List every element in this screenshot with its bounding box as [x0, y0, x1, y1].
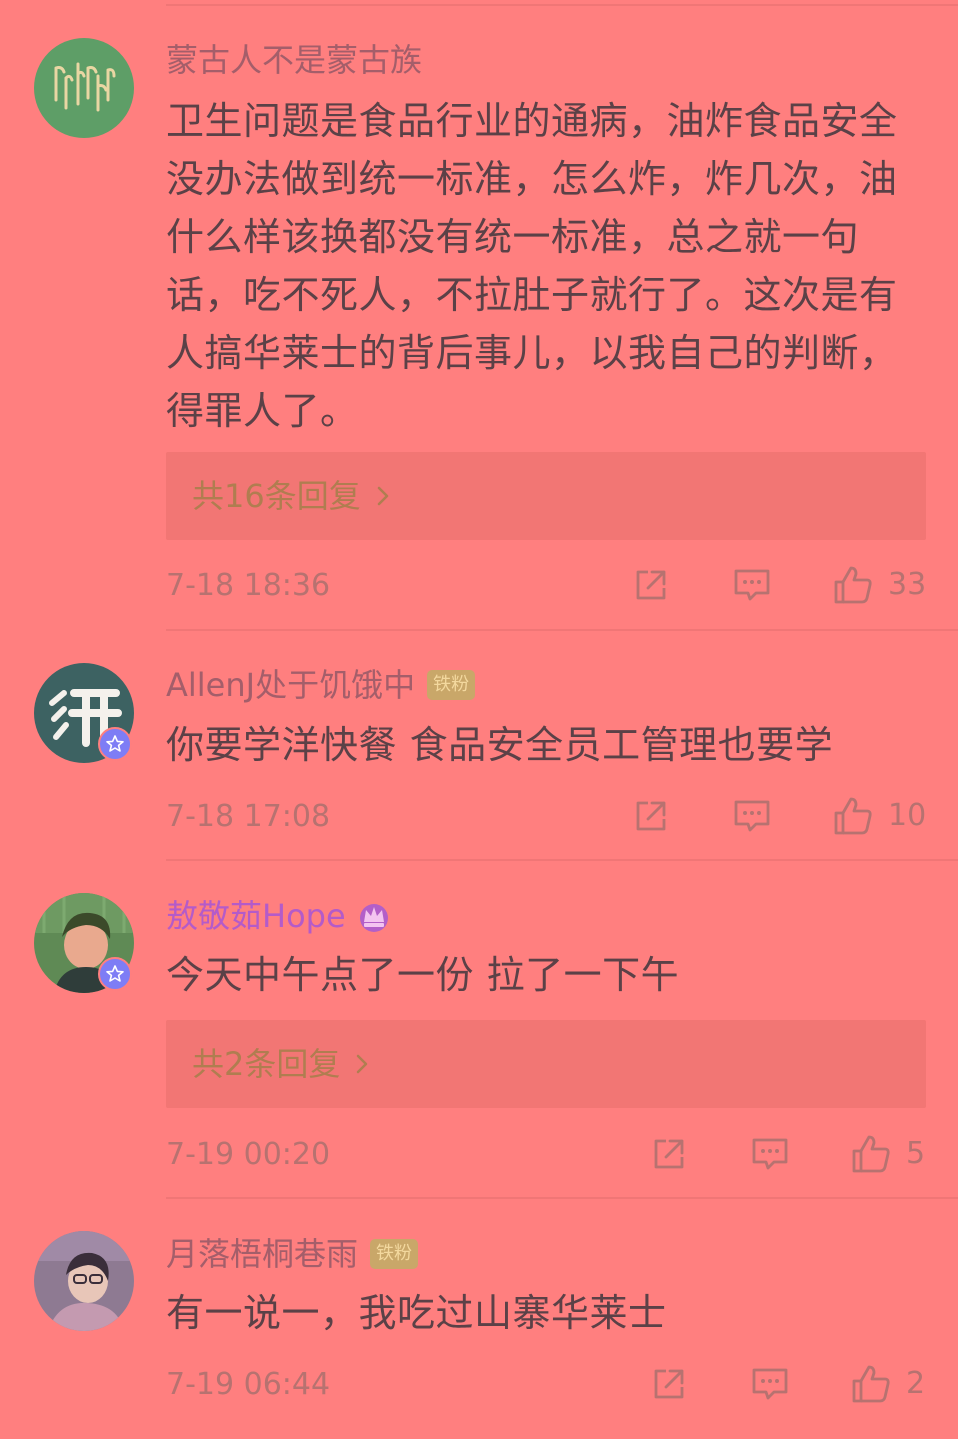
username[interactable]: 蒙古人不是蒙古族: [166, 40, 422, 80]
content-line: 话，吃不死人，不拉肚子就行了。这次是有: [166, 273, 898, 317]
crown-badge-icon: [359, 904, 388, 932]
like-button[interactable]: 33: [832, 564, 926, 606]
fan-badge: 铁粉: [427, 670, 476, 700]
comment-icon: [734, 569, 770, 601]
like-button[interactable]: 2: [850, 1363, 925, 1405]
view-replies-link[interactable]: 共16条回复: [192, 452, 391, 540]
comment-button[interactable]: [732, 566, 772, 604]
like-count: 5: [906, 1136, 926, 1171]
share-button[interactable]: [650, 1365, 688, 1403]
divider: [166, 629, 958, 631]
comment-content: 今天中午点了一份 拉了一下午: [166, 953, 680, 997]
username-text[interactable]: 敖敬茹Hope: [166, 896, 346, 936]
username[interactable]: 月落梧桐巷雨 铁粉: [166, 1234, 419, 1274]
username-text[interactable]: 月落梧桐巷雨: [166, 1234, 358, 1274]
comment-button[interactable]: [750, 1365, 790, 1403]
top-divider: [166, 4, 958, 6]
thumbs-up-icon: [834, 566, 872, 604]
like-button[interactable]: 5: [850, 1133, 925, 1175]
share-icon: [636, 801, 666, 831]
verified-badge: [98, 957, 132, 991]
avatar[interactable]: [34, 1231, 134, 1331]
share-icon: [654, 1139, 684, 1169]
comment-icon: [752, 1138, 788, 1170]
comment-button[interactable]: [750, 1135, 790, 1173]
person-photo-avatar: [34, 1231, 134, 1331]
content-line: 没办法做到统一标准，怎么炸，炸几次，油: [166, 157, 898, 201]
avatar[interactable]: [34, 38, 134, 138]
like-count: 33: [888, 567, 927, 602]
star-verified-icon: [106, 965, 124, 982]
content-line: 人搞华莱士的背后事儿，以我自己的判断，: [166, 331, 898, 375]
comment-content: 你要学洋快餐 食品安全员工管理也要学: [166, 723, 834, 767]
replies-label[interactable]: 共16条回复: [192, 452, 361, 540]
content-line: 得罪人了。: [166, 389, 359, 433]
divider: [166, 859, 958, 861]
chevron-right-icon: [357, 1054, 368, 1074]
comment-icon: [734, 800, 770, 832]
share-button[interactable]: [632, 797, 670, 835]
like-count: 10: [888, 798, 927, 833]
content-line: 卫生问题是食品行业的通病，油炸食品安全: [166, 99, 898, 143]
star-verified-icon: [106, 735, 124, 752]
share-button[interactable]: [650, 1135, 688, 1173]
comment-time: 7-19 06:44: [166, 1367, 331, 1402]
chevron-right-icon: [377, 486, 388, 506]
replies-box[interactable]: 共2条回复: [166, 1020, 926, 1108]
share-icon: [654, 1369, 684, 1399]
username[interactable]: AllenJ处于饥饿中 铁粉: [166, 665, 476, 705]
comment-time: 7-19 00:20: [166, 1137, 331, 1172]
comment-content: 有一说一，我吃过山寨华莱士: [166, 1291, 667, 1335]
comment-time: 7-18 17:08: [166, 799, 331, 834]
comment-content: 卫生问题是食品行业的通病，油炸食品安全 没办法做到统一标准，怎么炸，炸几次，油 …: [166, 92, 936, 440]
content-line: 什么样该换都没有统一标准，总之就一句: [166, 215, 860, 259]
divider: [166, 1197, 958, 1199]
share-icon: [636, 570, 666, 600]
thumbs-up-icon: [852, 1135, 890, 1173]
username[interactable]: 敖敬茹Hope: [166, 896, 392, 936]
username-text[interactable]: 蒙古人不是蒙古族: [166, 40, 422, 80]
view-replies-link[interactable]: 共2条回复: [192, 1020, 370, 1108]
verified-badge: [98, 727, 132, 761]
comment-button[interactable]: [732, 797, 772, 835]
like-button[interactable]: 10: [832, 795, 926, 837]
mongolian-script-avatar: [34, 38, 134, 138]
like-count: 2: [906, 1366, 926, 1401]
fan-badge: 铁粉: [370, 1239, 419, 1269]
thumbs-up-icon: [852, 1365, 890, 1403]
replies-box[interactable]: 共16条回复: [166, 452, 926, 540]
comment-time: 7-18 18:36: [166, 568, 331, 603]
comment-icon: [752, 1368, 788, 1400]
replies-label[interactable]: 共2条回复: [192, 1020, 340, 1108]
thumbs-up-icon: [834, 797, 872, 835]
share-button[interactable]: [632, 566, 670, 604]
username-text[interactable]: AllenJ处于饥饿中: [166, 665, 415, 705]
